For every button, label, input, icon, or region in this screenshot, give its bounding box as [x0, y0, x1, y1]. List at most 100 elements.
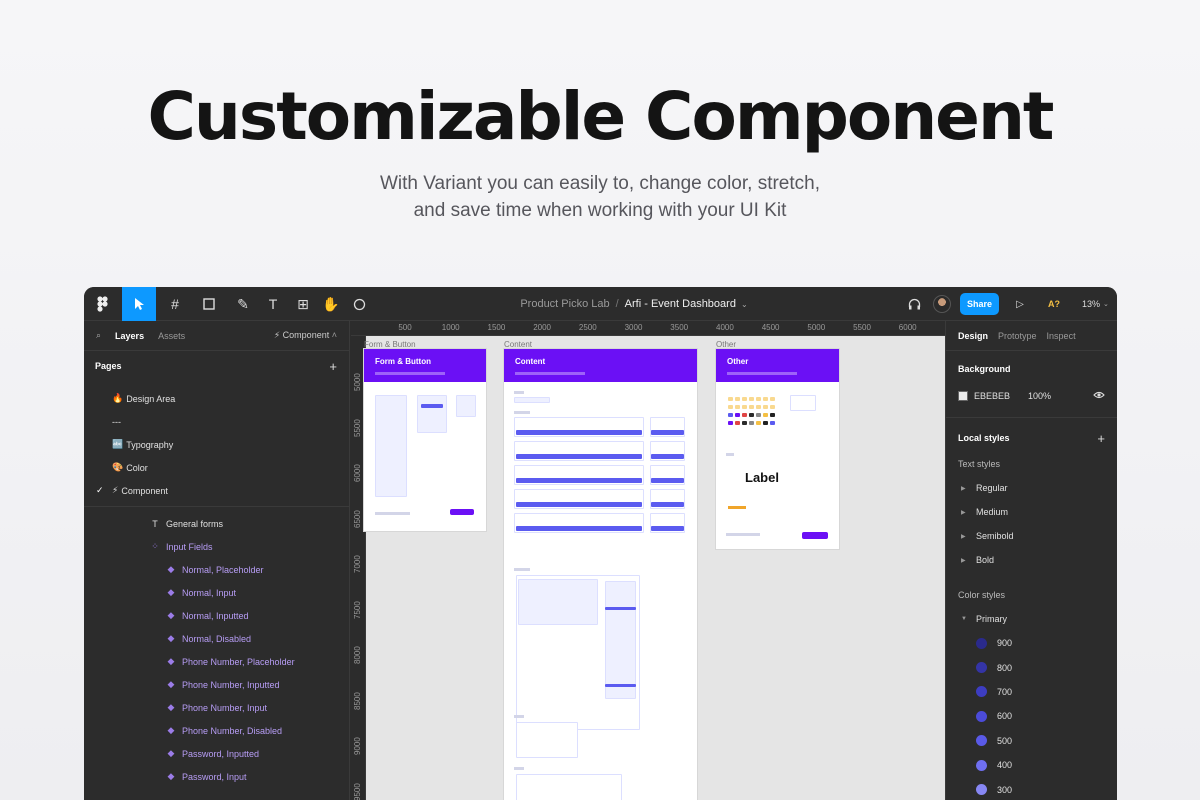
text-style-item[interactable]: ▶ Regular: [946, 476, 1117, 500]
layer-item[interactable]: ◆ Normal, Inputted: [84, 604, 349, 627]
page-item[interactable]: 🔤 Typography: [84, 433, 349, 456]
layer-item[interactable]: ⁘ Input Fields: [84, 535, 349, 558]
color-style-item[interactable]: 900: [946, 631, 1117, 655]
file-name[interactable]: Arfi - Event Dashboard: [625, 298, 736, 310]
ruler-tick-label: 8500: [353, 691, 362, 710]
layer-item[interactable]: ◆ Normal, Input: [84, 581, 349, 604]
headphones-icon[interactable]: [904, 287, 924, 321]
background-opacity[interactable]: 100%: [1028, 391, 1051, 401]
layer-item[interactable]: ◆ Normal, Placeholder: [84, 558, 349, 581]
visibility-eye-icon[interactable]: [1093, 391, 1105, 402]
move-tool-icon[interactable]: [122, 287, 156, 321]
icon-swatch: [735, 421, 740, 425]
component-icon: ◆: [167, 587, 175, 597]
layer-item[interactable]: ◆ Phone Number, Placeholder: [84, 650, 349, 673]
color-style-item[interactable]: 500: [946, 729, 1117, 753]
figma-menu-icon[interactable]: [90, 287, 116, 321]
chevron-down-icon[interactable]: ⌄: [741, 300, 748, 309]
frame-content[interactable]: Content: [504, 349, 697, 800]
layer-item[interactable]: T General forms: [84, 512, 349, 535]
frame-label-form[interactable]: Form & Button: [364, 340, 416, 349]
layer-label: General forms: [166, 518, 224, 529]
layer-item[interactable]: ◆ Password, Input: [84, 765, 349, 788]
zoom-level[interactable]: 13% ⌄: [1082, 287, 1109, 321]
page-item[interactable]: 🎨 Color: [84, 456, 349, 479]
page-label: Design Area: [126, 393, 176, 404]
icon-swatch: [742, 405, 747, 409]
icon-swatch: [749, 421, 754, 425]
layer-item[interactable]: ◆ Password, Inputted: [84, 742, 349, 765]
layer-item[interactable]: ◆ Phone Number, Inputted: [84, 673, 349, 696]
user-avatar[interactable]: [933, 295, 951, 313]
resources-icon[interactable]: ⊞: [292, 287, 314, 321]
icon-swatch: [728, 405, 733, 409]
color-styles-list: 900 800 700 600 500 400 300: [946, 631, 1117, 800]
add-style-icon[interactable]: +: [1097, 431, 1105, 446]
tab-inspect[interactable]: Inspect: [1047, 331, 1076, 341]
hand-tool-icon[interactable]: ✋: [320, 287, 342, 321]
present-play-icon[interactable]: ▷: [1012, 287, 1028, 321]
background-swatch[interactable]: [958, 391, 968, 401]
color-swatch: [976, 686, 987, 698]
icon-swatch: [763, 413, 768, 417]
frame-label-content[interactable]: Content: [504, 340, 532, 349]
text-style-label: Bold: [976, 555, 995, 565]
frame-header: Form & Button: [364, 349, 486, 382]
component-icon: ◆: [167, 679, 175, 689]
color-swatch: [976, 662, 987, 674]
canvas[interactable]: 500 1000 1500 2000 2500 3000 3500 4000 4500 5000 5…: [351, 321, 945, 800]
frame-label-other[interactable]: Other: [716, 340, 736, 349]
layers-list: T General forms ⁘ Input Fields ◆ Normal, Plac…: [84, 506, 349, 788]
tab-design[interactable]: Design: [958, 331, 988, 341]
color-style-item[interactable]: 400: [946, 753, 1117, 777]
frame-form-button[interactable]: Form & Button: [364, 349, 486, 531]
search-icon[interactable]: ⌕: [96, 330, 101, 341]
color-styles-title: Color styles: [958, 590, 1006, 600]
file-title[interactable]: Product Picko Lab / Arfi - Event Dashboa…: [444, 287, 824, 321]
comment-icon[interactable]: [348, 287, 370, 321]
text-tool-icon[interactable]: T: [262, 287, 284, 321]
background-fill-row[interactable]: EBEBEB 100%: [946, 383, 1117, 409]
color-style-item[interactable]: 800: [946, 655, 1117, 679]
shape-tool-icon[interactable]: [196, 287, 222, 321]
layer-item[interactable]: ◆ Normal, Disabled: [84, 627, 349, 650]
caret-right-icon: ▶: [961, 533, 966, 540]
text-style-item[interactable]: ▶ Semibold: [946, 524, 1117, 548]
color-swatch: [976, 784, 987, 796]
page-item[interactable]: 🔥 Design Area: [84, 387, 349, 410]
text-styles-title: Text styles: [958, 459, 1001, 469]
navigation-side-bar-preview: [651, 478, 684, 483]
icon-swatch: [735, 405, 740, 409]
input-fields-preview: [375, 395, 407, 497]
background-hex[interactable]: EBEBEB: [974, 391, 1010, 401]
text-style-item[interactable]: ▶ Medium: [946, 500, 1117, 524]
share-button[interactable]: Share: [960, 293, 999, 315]
frame-tool-icon[interactable]: #: [162, 287, 188, 321]
text-style-label: Medium: [976, 507, 1009, 517]
icon-swatch: [749, 405, 754, 409]
section-title: [514, 715, 524, 718]
color-style-item[interactable]: 600: [946, 704, 1117, 728]
page-item[interactable]: ---: [84, 410, 349, 433]
caret-right-icon: ▶: [961, 485, 966, 492]
pages-header: Pages +: [84, 351, 349, 381]
section-title: [726, 453, 734, 456]
current-page-selector[interactable]: ⚡ Component ˄: [274, 330, 337, 341]
tab-layers[interactable]: Layers: [115, 331, 144, 341]
tab-prototype[interactable]: Prototype: [998, 331, 1037, 341]
color-style-item[interactable]: 300: [946, 777, 1117, 800]
layer-item[interactable]: ◆ Phone Number, Disabled: [84, 719, 349, 742]
text-style-item[interactable]: ▶ Bold: [946, 548, 1117, 572]
page-item[interactable]: ✓ ⚡ Component: [84, 479, 349, 502]
color-style-item[interactable]: 700: [946, 680, 1117, 704]
ruler-tick-label: 5500: [853, 323, 871, 332]
tab-assets[interactable]: Assets: [158, 331, 185, 341]
accessibility-badge[interactable]: A?: [1048, 287, 1060, 321]
frame-other[interactable]: Other Label: [716, 349, 839, 549]
pen-tool-icon[interactable]: ✎: [230, 287, 256, 321]
project-name[interactable]: Product Picko Lab: [520, 298, 609, 310]
layer-item[interactable]: ◆ Phone Number, Input: [84, 696, 349, 719]
frame-header: Content: [504, 349, 697, 382]
color-group-primary[interactable]: ▼ Primary: [946, 607, 1117, 631]
add-page-icon[interactable]: +: [329, 359, 337, 374]
